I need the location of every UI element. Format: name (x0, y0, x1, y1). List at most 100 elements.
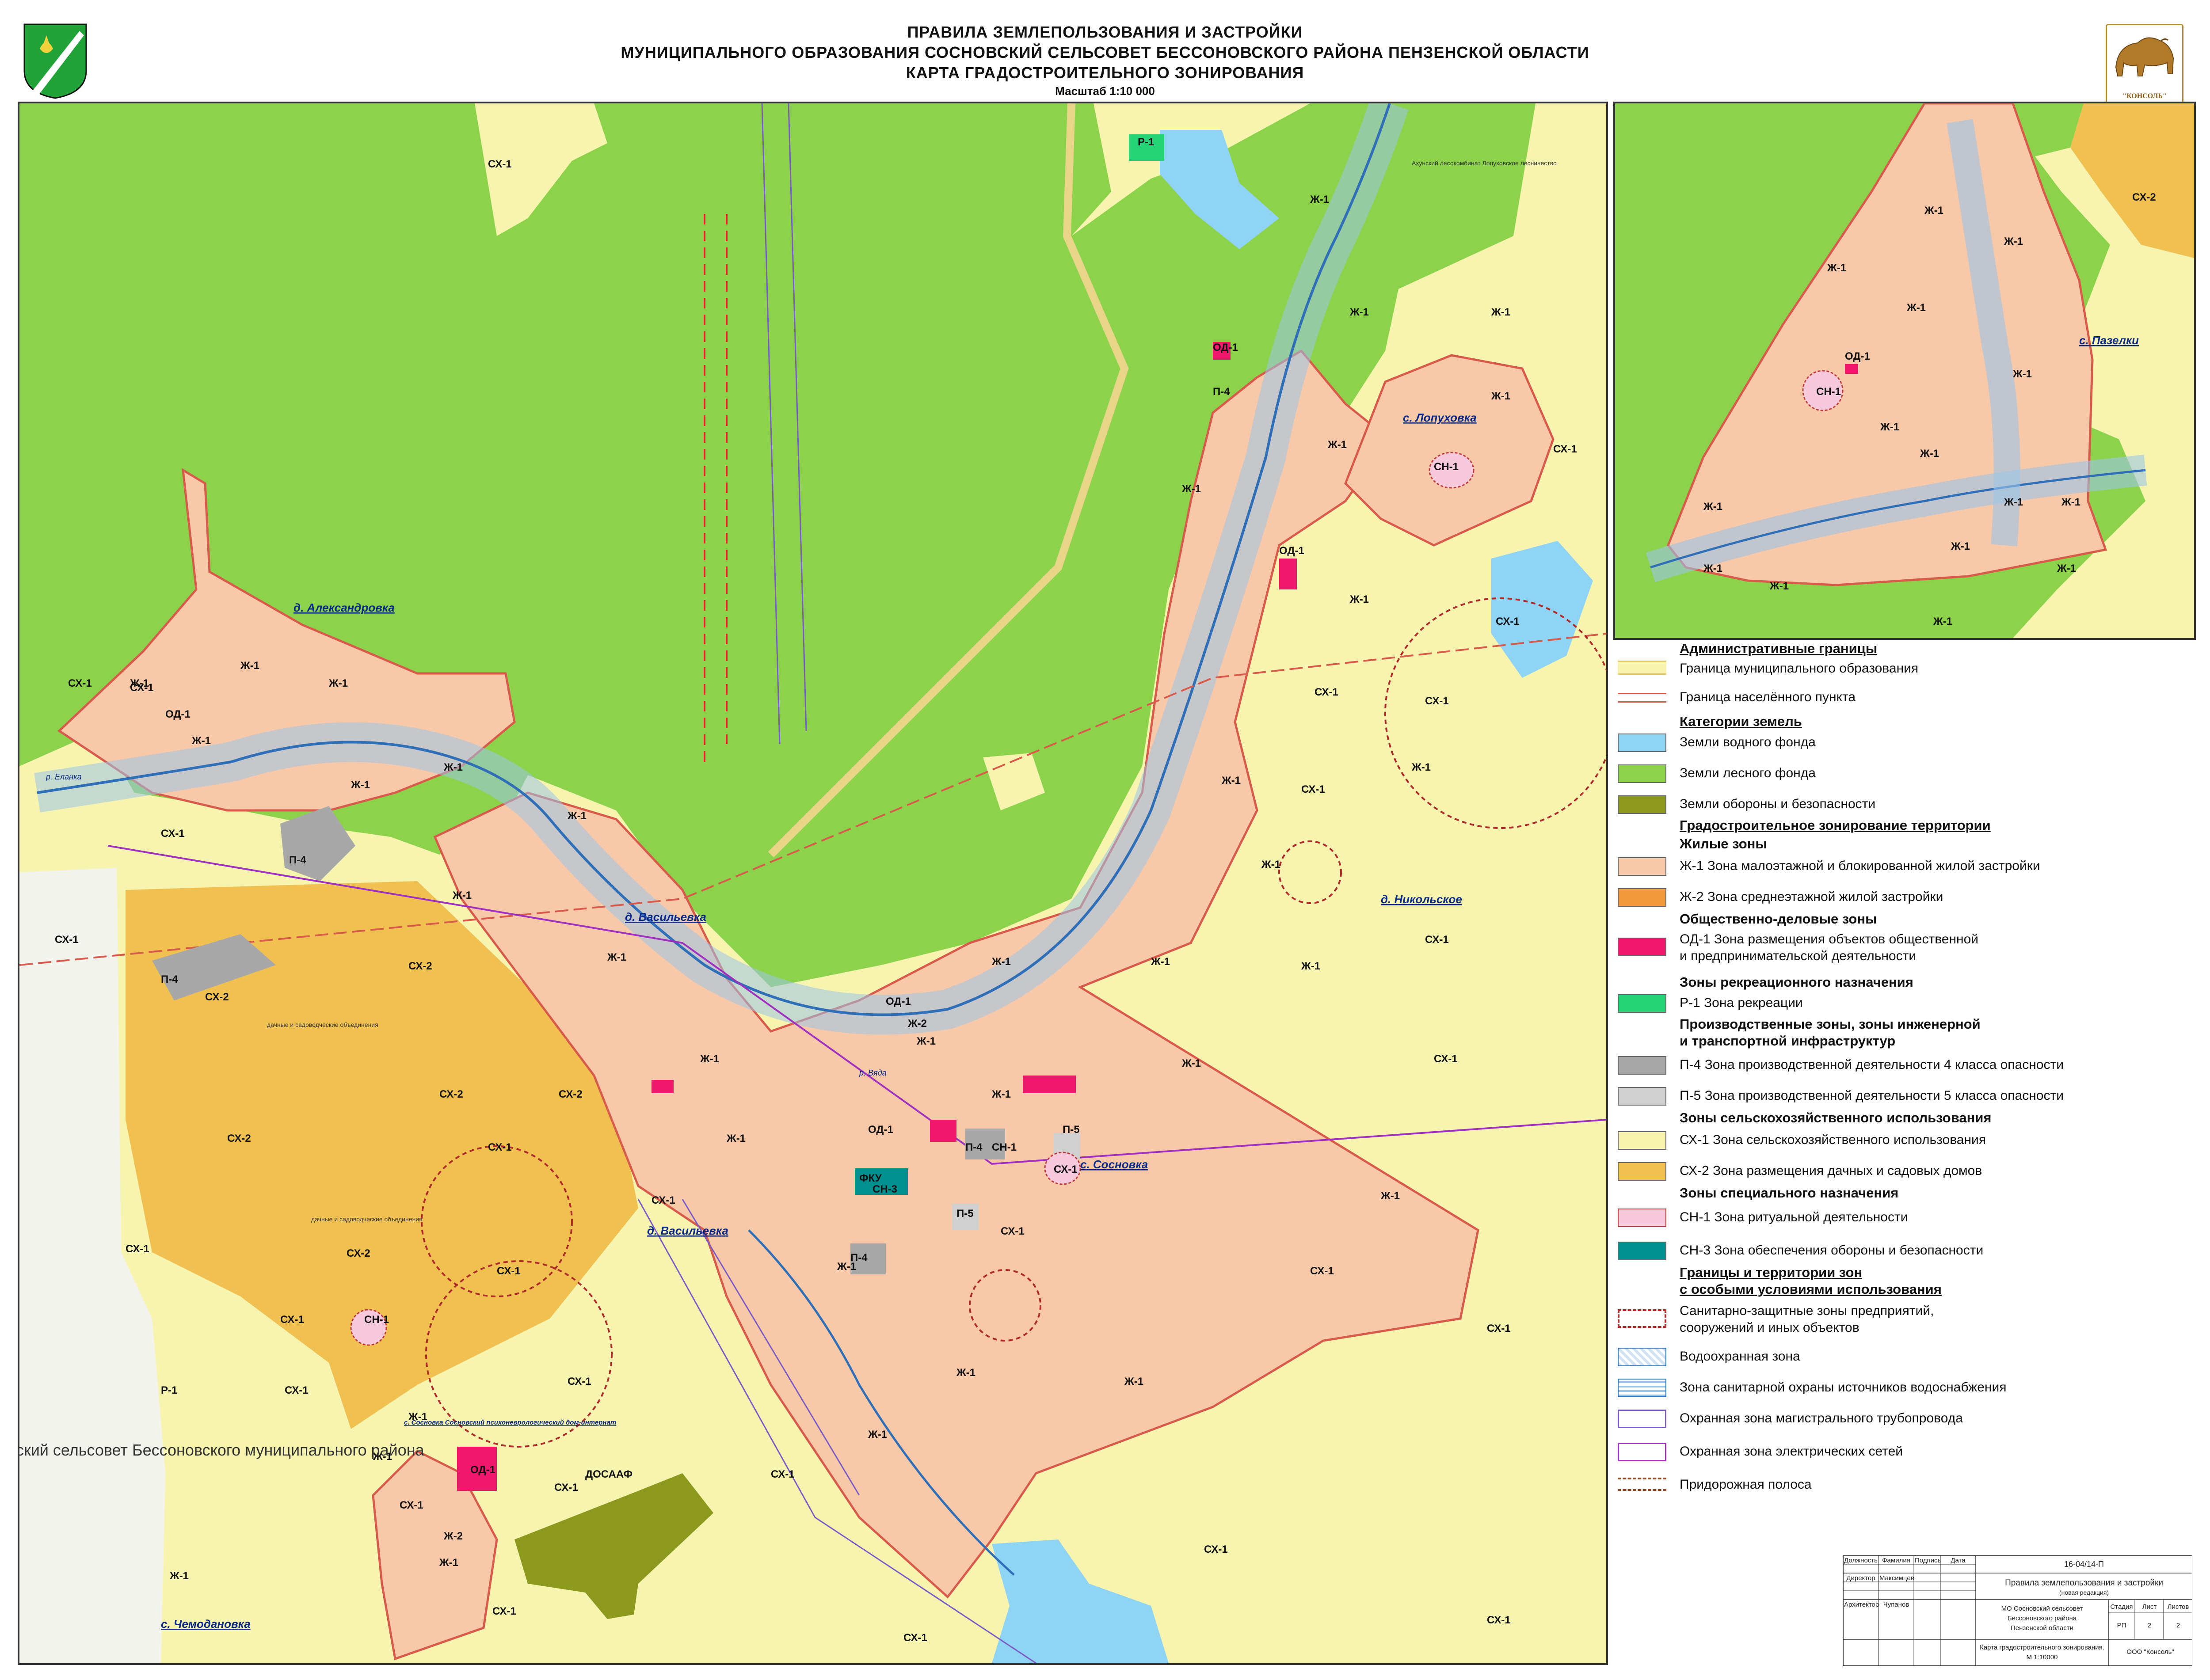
legend-swatch (1618, 734, 1666, 752)
zone-label: Ж-1 (1349, 593, 1369, 605)
zone-label: Ж-1 (240, 660, 259, 672)
stamp-director-name: Максимцев (1879, 1574, 1914, 1582)
zone-label: Ж-1 (1327, 439, 1347, 451)
map-sheet: ПРАВИЛА ЗЕМЛЕПОЛЬЗОВАНИЯ И ЗАСТРОЙКИ МУН… (0, 0, 2210, 1680)
zone-label: Ж-1 (2057, 563, 2076, 574)
legend-subsection: Зоны рекреационного назначения (1680, 974, 1913, 990)
zone-label: П-4 (850, 1252, 868, 1264)
stamp-header-name: Фамилия (1882, 1557, 1910, 1564)
stamp-stage-value: РП (2117, 1622, 2126, 1629)
zone-label: СХ-1 (488, 1141, 512, 1153)
stamp-sheet-scale: М 1:10000 (2026, 1653, 2058, 1661)
zone-label: Ж-1 (1920, 448, 1939, 460)
title-block: ПРАВИЛА ЗЕМЛЕПОЛЬЗОВАНИЯ И ЗАСТРОЙКИ МУН… (18, 22, 2192, 99)
zone-label: СХ-1 (488, 158, 512, 170)
legend-swatch (1618, 795, 1666, 814)
inset-map-canvas: СХ-2 Ж-1 Ж-1 Ж-1 Ж-1 Ж-1 Ж-1 Ж-1 Ж-1 Ж-1… (1615, 103, 2194, 638)
legend-swatch (1618, 857, 1666, 876)
legend-label: Санитарно-защитные зоны предприятий, (1680, 1304, 1934, 1318)
title-line-1: ПРАВИЛА ЗЕМЛЕПОЛЬЗОВАНИЯ И ЗАСТРОЙКИ (907, 23, 1303, 41)
zone-label: Ж-1 (1380, 1190, 1400, 1202)
inset-map[interactable]: СХ-2 Ж-1 Ж-1 Ж-1 Ж-1 Ж-1 Ж-1 Ж-1 Ж-1 Ж-1… (1613, 102, 2196, 640)
legend-label: Земли водного фонда (1680, 735, 1816, 749)
inset-settlement-name: с. Пазелки (2079, 334, 2139, 347)
zone-label: Ж-1 (1181, 1057, 1201, 1069)
stamp-header-date: Дата (1951, 1557, 1966, 1564)
zone-label: ФКУ (859, 1172, 882, 1184)
zone-label: Р-1 (161, 1384, 177, 1396)
settlement-name-internat: с. Сосновка Сосновский психоневрологичес… (404, 1419, 616, 1426)
title-stamp: Должность Фамилия Подпись Дата Директор … (1613, 1555, 2193, 1666)
stamp-architect-name: Чупанов (1883, 1601, 1909, 1608)
zone-label: Ж-1 (1261, 859, 1280, 870)
legend-swatch (1618, 764, 1666, 783)
zone-label: Р-1 (1138, 136, 1154, 148)
zone-label: Ж-1 (1301, 960, 1320, 972)
zone-label: Ж-1 (1769, 580, 1789, 592)
stamp-title: Правила землепользования и застройки (2005, 1578, 2163, 1588)
zone-label: Ж-2 (907, 1018, 927, 1030)
stamp-stage-label: Стадия (2110, 1603, 2133, 1611)
zone-label: СХ-1 (126, 1243, 149, 1255)
river-name: р. Еланка (46, 772, 82, 781)
stamp-org: Пензенской области (2011, 1624, 2073, 1632)
zone-label: ОД-1 (470, 1464, 495, 1476)
legend-label: ОД-1 Зона размещения объектов общественн… (1680, 932, 1979, 946)
legend-label: Ж-2 Зона среднеэтажной жилой застройки (1680, 889, 1943, 904)
dosaaf-label: ДОСААФ (585, 1468, 633, 1480)
zone-label: СХ-1 (1054, 1163, 1078, 1175)
zone-label: Ж-1 (726, 1133, 746, 1144)
zone-label: ОД-1 (165, 708, 191, 720)
zone-label: СХ-1 (55, 934, 79, 946)
zone-label: Ж-1 (452, 889, 472, 901)
main-map[interactable]: СХ-1 Р-1 Ж-1 Ж-1 Ж-1 Ж-1 СХ-1 Ж-1 Ж-1 Ж-… (18, 102, 1608, 1665)
zone-label: СХ-1 (400, 1499, 423, 1511)
legend-subsection: Жилые зоны (1680, 836, 1767, 851)
zone-label: Ж-1 (1221, 775, 1241, 787)
stamp-header-sign: Подпись (1915, 1557, 1941, 1564)
legend-label: Охранная зона электрических сетей (1680, 1444, 1903, 1459)
district-label: Чемодановский сельсовет Бессоновского му… (19, 1441, 425, 1459)
zone-label: Ж-1 (169, 1570, 189, 1582)
zone-label: СХ-2 (408, 960, 432, 972)
legend-swatch (1618, 1379, 1666, 1397)
legend-label: Р-1 Зона рекреации (1680, 996, 1803, 1010)
zone-label: Ж-1 (1310, 194, 1329, 205)
zone-label: СХ-1 (568, 1376, 591, 1387)
stamp-header-position: Должность (1844, 1557, 1878, 1564)
zone-label: Ж-1 (567, 810, 587, 822)
stamp-architect-label: Архитектор (1844, 1601, 1879, 1608)
zone-label: Ж-1 (1880, 421, 1899, 433)
zone-label: Ж-1 (2004, 236, 2023, 247)
title-line-3: КАРТА ГРАДОСТРОИТЕЛЬНОГО ЗОНИРОВАНИЯ (906, 64, 1304, 82)
zone-label: СН-1 (1816, 386, 1841, 398)
legend-section-special: Границы и территории зон (1680, 1265, 1863, 1280)
legend-swatch (1618, 693, 1666, 703)
zone-label: СХ-1 (68, 677, 92, 689)
settlement-name: д. Васильевка (647, 1224, 728, 1237)
zone-label: П-5 (956, 1208, 974, 1220)
zone-label: Ж-1 (607, 951, 626, 963)
public-zone (930, 1120, 956, 1142)
zone-label: Ж-1 (1703, 501, 1722, 513)
legend-swatch (1618, 1131, 1666, 1150)
zone-label: ОД-1 (1845, 350, 1870, 362)
legend-label: СН-1 Зона ритуальной деятельности (1680, 1210, 1908, 1224)
legend-label: Граница населённого пункта (1680, 690, 1856, 704)
zone-label: П-4 (965, 1141, 983, 1153)
zone-label: Ж-1 (351, 779, 370, 791)
zone-label: П-4 (1213, 386, 1230, 398)
settlement-name: с. Чемодановка (161, 1617, 251, 1631)
legend-subsection: и транспортной инфраструктур (1680, 1033, 1896, 1049)
zone-label: СХ-1 (497, 1265, 521, 1277)
zone-label: Ж-1 (1411, 761, 1431, 773)
main-map-canvas: СХ-1 Р-1 Ж-1 Ж-1 Ж-1 Ж-1 СХ-1 Ж-1 Ж-1 Ж-… (19, 103, 1606, 1663)
zone-label: Ж-1 (1951, 540, 1970, 552)
zone-label: Ж-1 (2004, 496, 2023, 508)
zone-label: СХ-2 (205, 991, 229, 1003)
zone-label: Ж-1 (1349, 306, 1369, 318)
legend-label: Ж-1 Зона малоэтажной и блокированной жил… (1680, 859, 2040, 873)
stamp-sheets-value: 2 (2176, 1622, 2180, 1629)
zone-label: СХ-1 (771, 1468, 795, 1480)
legend-section-special: с особыми условиями использования (1680, 1281, 1942, 1297)
